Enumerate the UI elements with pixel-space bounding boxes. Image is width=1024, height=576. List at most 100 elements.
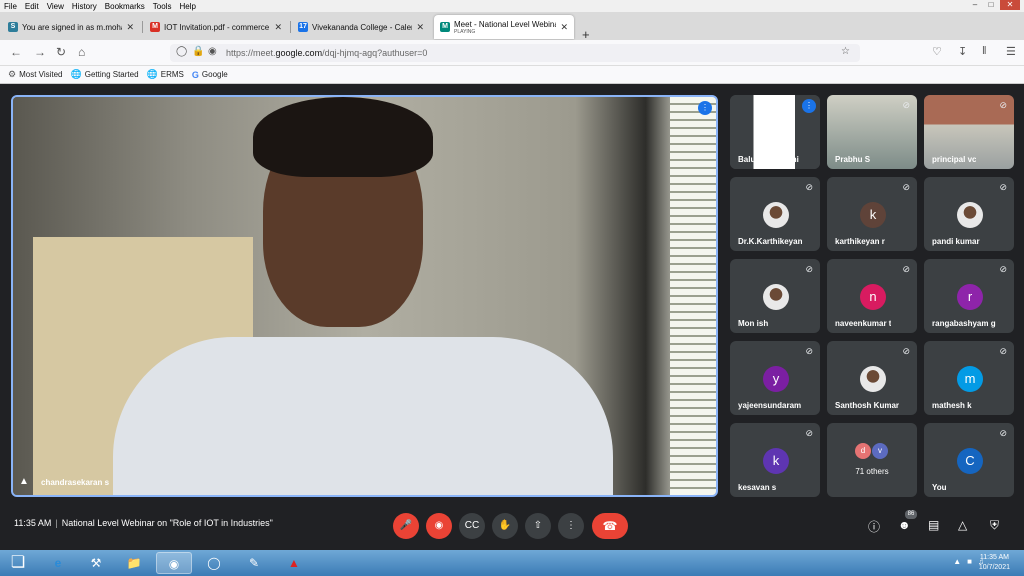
menu-bookmarks[interactable]: Bookmarks [101,2,149,11]
tab-calendar[interactable]: 17 Vivekananda College - Calendar ✕ [292,15,430,39]
paint-icon[interactable]: ✎ [236,552,272,574]
participant-tile[interactable]: m mathesh k ⊘ [924,341,1014,415]
close-tab-icon[interactable]: ✕ [274,22,282,33]
close-tab-icon[interactable]: ✕ [416,22,424,33]
tab-meet[interactable]: M Meet - National Level Webinar PLAYING … [434,15,574,39]
download-icon[interactable]: ↧ [958,45,967,58]
participant-name: principal vc [932,155,977,164]
activities-icon[interactable]: △ [958,518,967,532]
menu-view[interactable]: View [43,2,68,11]
menu-tools[interactable]: Tools [149,2,176,11]
menu-edit[interactable]: Edit [21,2,43,11]
end-call-button[interactable]: ☎ [592,513,628,539]
participant-tile[interactable]: d v 71 others [827,423,917,497]
raise-hand-button[interactable]: ✋ [492,513,518,539]
firefox-icon[interactable]: ◉ [156,552,192,574]
camera-permission-icon[interactable]: ◉ [208,46,217,57]
gear-icon: ⚙ [8,69,17,79]
meeting-title: National Level Webinar on "Role of IOT i… [61,518,273,528]
chat-icon[interactable]: ▤ [928,518,939,532]
forward-icon[interactable]: → [34,45,46,59]
present-button[interactable]: ⇧ [525,513,551,539]
info-icon[interactable]: ⓘ [868,518,880,535]
close-window-icon[interactable]: ✕ [1000,0,1020,10]
participant-tile[interactable]: y yajeensundaram ⊘ [730,341,820,415]
avatar-photo [763,202,789,228]
mic-off-button[interactable]: 🎤 [393,513,419,539]
mic-muted-icon: ⊘ [805,428,813,438]
pocket-icon[interactable]: ♡ [932,45,942,58]
participant-tile[interactable]: Prabhu S ⊘ [827,95,917,169]
mic-muted-icon: ⊘ [999,100,1007,110]
captions-button[interactable]: CC [459,513,485,539]
mic-muted-icon: ⊘ [999,346,1007,356]
toolbox-icon[interactable]: ⚒ [78,552,114,574]
camera-off-button[interactable]: ◉ [426,513,452,539]
bookmark-google[interactable]: G Google [192,70,228,80]
mic-muted-icon: ⊘ [902,100,910,110]
library-icon[interactable]: ‖ [982,45,987,57]
pin-icon[interactable]: ▲ [19,476,29,487]
meet-icon: M [440,22,450,32]
avatar-photo [957,202,983,228]
participant-name: yajeensundaram [738,401,802,410]
avatar: v [872,443,888,459]
mic-muted-icon: ⊘ [999,182,1007,192]
mic-muted-icon: ⊘ [999,264,1007,274]
window-controls: – □ ✕ [968,0,1020,10]
close-tab-icon[interactable]: ✕ [126,22,134,33]
bookmark-getting-started[interactable]: 🌐 Getting Started [71,69,139,80]
participant-tile[interactable]: k kesavan s ⊘ [730,423,820,497]
participant-tile[interactable]: pandi kumar ⊘ [924,177,1014,251]
network-icon[interactable]: ■ [967,557,972,566]
avatar-photo [860,366,886,392]
participant-tile[interactable]: C You ⊘ [924,423,1014,497]
more-options-button[interactable]: ⋮ [558,513,584,539]
acrobat-icon[interactable]: ▲ [276,552,312,574]
participant-name: rangabashyam g [932,319,996,328]
bookmark-erms[interactable]: 🌐 ERMS [147,69,184,80]
minimize-icon[interactable]: – [968,0,982,10]
tray-arrow-icon[interactable]: ▲ [953,557,961,566]
participant-tile[interactable]: n naveenkumar t ⊘ [827,259,917,333]
participant-tile[interactable]: k karthikeyan r ⊘ [827,177,917,251]
participant-tile[interactable]: Santhosh Kumar ⊘ [827,341,917,415]
home-icon[interactable]: ⌂ [78,45,85,59]
start-button[interactable]: ❏ [2,552,34,574]
maximize-icon[interactable]: □ [984,0,998,10]
participant-name: Mon ish [738,319,769,328]
participant-tile[interactable]: r rangabashyam g ⊘ [924,259,1014,333]
menu-help[interactable]: Help [175,2,199,11]
url-bar[interactable]: ◯ 🔒 ◉ https://meet.google.com/dqj-hjmq-a… [170,44,860,62]
avatar: n [860,284,886,310]
menu-history[interactable]: History [68,2,101,11]
close-tab-icon[interactable]: ✕ [560,22,568,33]
lock-icon[interactable]: 🔒 [192,46,204,57]
participant-tile[interactable]: Balu Subramani ⋮ [730,95,820,169]
participant-tile[interactable]: principal vc ⊘ [924,95,1014,169]
participant-tile[interactable]: Mon ish ⊘ [730,259,820,333]
back-icon[interactable]: ← [10,45,22,59]
people-icon[interactable]: ☻ [898,518,911,532]
reload-icon[interactable]: ↻ [56,45,66,59]
shield-icon[interactable]: ◯ [176,46,187,57]
internet-explorer-icon[interactable]: e [40,552,76,574]
participant-name: kesavan s [738,483,777,492]
participant-name: mathesh k [932,401,972,410]
avatar: y [763,366,789,392]
tab-signed-in[interactable]: S You are signed in as m.mohan ✕ [2,15,140,39]
taskbar-clock[interactable]: 11:35 AM 10/7/2021 [979,553,1010,573]
chrome-icon[interactable]: ◯ [196,552,232,574]
host-controls-icon[interactable]: ⛨ [990,518,999,533]
menu-file[interactable]: File [0,2,21,11]
bookmark-star-icon[interactable]: ☆ [841,46,850,57]
globe-icon: 🌐 [70,69,82,79]
bookmark-most-visited[interactable]: ⚙ Most Visited [8,69,63,80]
main-speaker-video[interactable]: ⋮ ▲ chandrasekaran s [11,95,718,497]
folder-icon[interactable]: 📁 [116,552,152,574]
participant-name: Prabhu S [835,155,871,164]
tab-iot-invitation[interactable]: M IOT Invitation.pdf - commerce ✕ [144,15,288,39]
participant-tile[interactable]: Dr.K.Karthikeyan ⊘ [730,177,820,251]
menu-icon[interactable]: ☰ [1006,45,1016,58]
participant-count-badge: 86 [905,510,917,519]
